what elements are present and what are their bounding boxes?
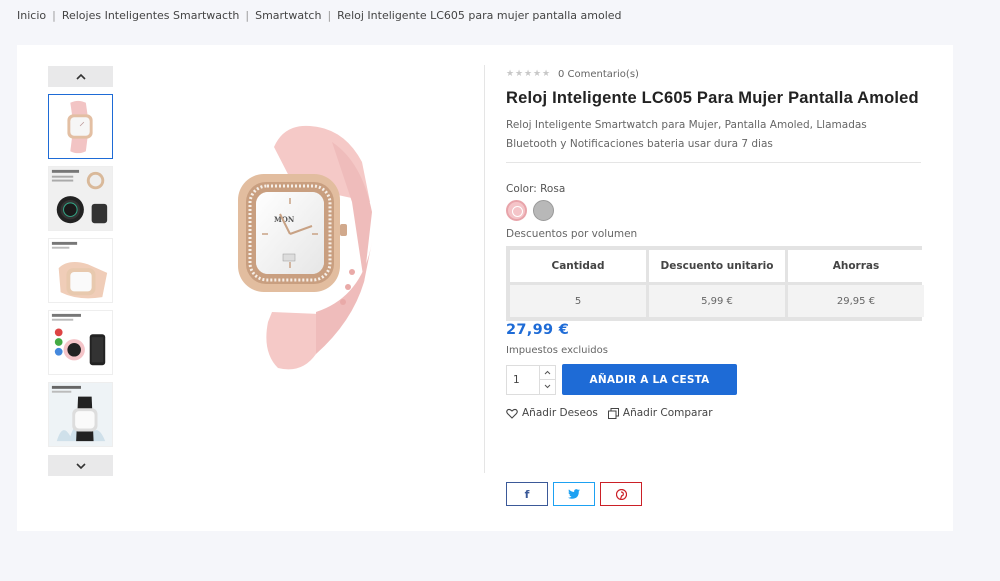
product-card: MON ★ ★ ★ ★ ★ 0 Comentario(s) Reloj Inte… [17,45,953,531]
star-icon: ★ [542,69,551,79]
table-header-cantidad: Cantidad [510,250,646,282]
divider [506,162,921,163]
thumbnail-gallery [48,66,113,476]
color-swatches [506,200,921,221]
chevron-down-icon [544,384,551,389]
table-header-ahorras: Ahorras [788,250,924,282]
social-share: f [506,482,642,506]
breadcrumb-separator: | [327,9,332,22]
quantity-decrease-button[interactable] [540,379,555,394]
table-cell: 5,99 € [649,285,785,317]
pinterest-icon [615,488,627,500]
facebook-icon: f [524,487,530,501]
product-main-image[interactable]: MON [212,122,387,372]
column-divider [484,65,485,473]
add-compare-button[interactable]: Añadir Comparar [607,407,713,419]
breadcrumb-separator: | [245,9,250,22]
table-cell: 29,95 € [788,285,924,317]
twitter-share-button[interactable] [553,482,595,506]
color-label: Color: Rosa [506,183,566,195]
facebook-share-button[interactable]: f [506,482,548,506]
star-icon: ★ [515,69,524,79]
compare-icon [607,407,619,419]
swatch-rosa[interactable] [506,200,527,221]
star-icon: ★ [506,69,515,79]
review-count[interactable]: 0 Comentario(s) [558,69,639,80]
quantity-stepper [506,364,556,395]
chevron-up-icon [75,73,86,80]
breadcrumb: Inicio | Relojes Inteligentes Smartwacth | S… [17,9,622,22]
star-icon: ★ [533,69,542,79]
thumbnail-down-button[interactable] [48,455,113,476]
black-watch-promo-thumbnail-image [49,167,112,230]
breadcrumb-category[interactable]: Relojes Inteligentes Smartwacth [62,9,240,22]
add-to-cart-button[interactable]: AÑADIR A LA CESTA [562,364,737,395]
buy-row: AÑADIR A LA CESTA [506,364,921,395]
product-title: Reloj Inteligente LC605 Para Mujer Panta… [506,89,919,107]
tax-label: Impuestos excluidos [506,345,608,356]
thumbnail-1[interactable] [48,94,113,159]
quantity-input[interactable] [507,365,539,394]
breadcrumb-separator: | [52,9,56,22]
thumbnail-2[interactable] [48,166,113,231]
pink-watch-image: MON [238,125,372,370]
table-header-descuento: Descuento unitario [649,250,785,282]
quantity-steps [539,365,555,394]
thumbnail-up-button[interactable] [48,66,113,87]
pink-watch-closeup-thumbnail-image [49,239,112,302]
product-actions: Añadir Deseos Añadir Comparar [506,407,921,419]
thumbnail-3[interactable] [48,238,113,303]
watch-phone-promo-thumbnail-image [49,311,112,374]
black-watch-splash-thumbnail-image [49,383,112,446]
chevron-down-icon [75,462,86,469]
quantity-increase-button[interactable] [540,366,555,380]
product-price: 27,99 € [506,322,570,338]
pink-watch-thumbnail-image [49,95,112,158]
heart-icon [506,408,518,419]
thumbnail-4[interactable] [48,310,113,375]
breadcrumb-subcategory[interactable]: Smartwatch [255,9,321,22]
twitter-icon [568,489,580,499]
add-wishlist-button[interactable]: Añadir Deseos [506,407,598,419]
product-info: ★ ★ ★ ★ ★ 0 Comentario(s) Reloj Intelige… [506,67,924,419]
chevron-up-icon [544,370,551,375]
thumbnail-5[interactable] [48,382,113,447]
rating-row: ★ ★ ★ ★ ★ 0 Comentario(s) [506,67,921,81]
wishlist-label: Añadir Deseos [522,407,598,419]
swatch-gris[interactable] [533,200,554,221]
breadcrumb-current: Reloj Inteligente LC605 para mujer panta… [337,9,622,22]
compare-label: Añadir Comparar [622,407,713,419]
volume-discount-label: Descuentos por volumen [506,228,638,240]
breadcrumb-home[interactable]: Inicio [17,9,46,22]
volume-discount-table: Cantidad Descuento unitario Ahorras 5 5,… [506,246,924,321]
product-description: Reloj Inteligente Smartwatch para Mujer,… [506,119,867,150]
table-cell: 5 [510,285,646,317]
pinterest-share-button[interactable] [600,482,642,506]
star-icon: ★ [524,69,533,79]
rating-stars: ★ ★ ★ ★ ★ [506,69,551,79]
